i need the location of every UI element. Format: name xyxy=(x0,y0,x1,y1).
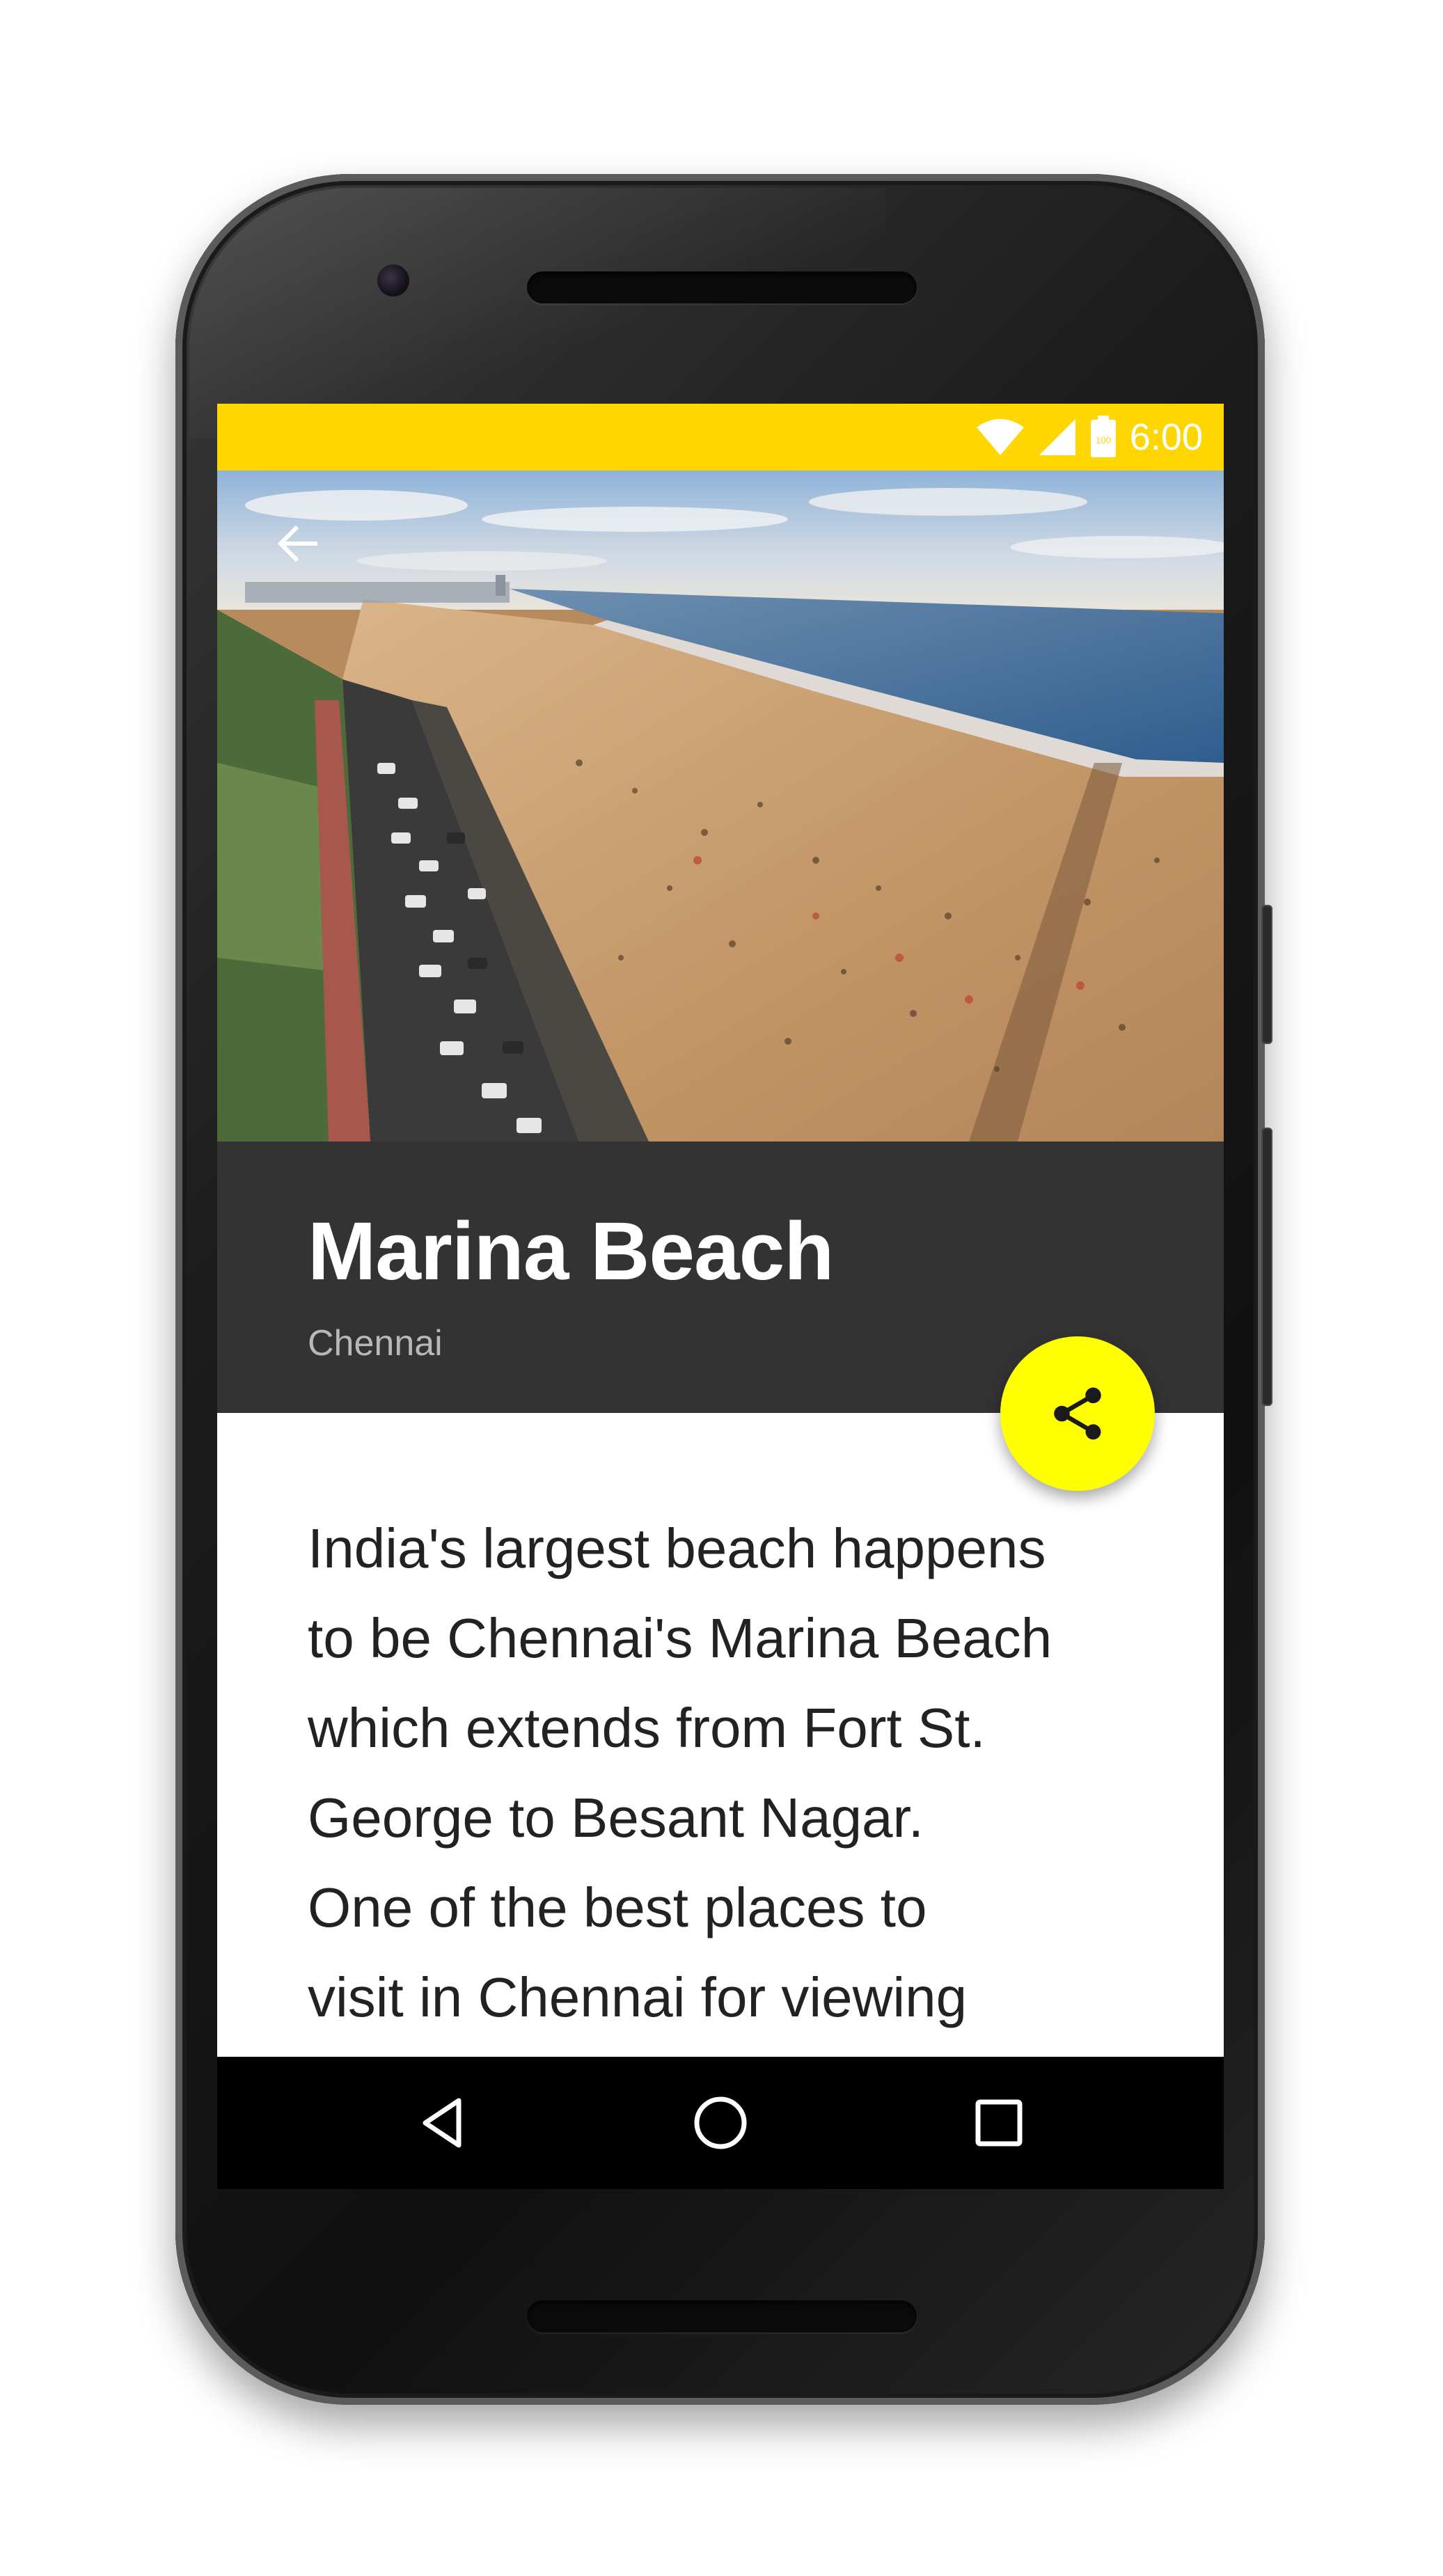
nav-home-button[interactable] xyxy=(679,2081,762,2165)
bottom-speaker xyxy=(527,2300,917,2332)
recents-square-icon xyxy=(975,2099,1023,2147)
status-bar: 100 6:00 xyxy=(217,404,1224,471)
status-time: 6:00 xyxy=(1129,416,1203,458)
phone-gloss xyxy=(189,188,885,438)
nav-back-button[interactable] xyxy=(400,2081,484,2165)
place-description: India's largest beach happens to be Chen… xyxy=(308,1503,1143,2042)
power-button xyxy=(1261,905,1272,1044)
description-line: which extends from Fort St. xyxy=(308,1697,986,1759)
phone-screen: 100 6:00 Marina Beach Chennai India's la… xyxy=(217,404,1224,2189)
place-subtitle: Chennai xyxy=(308,1323,443,1364)
description-line: One of the best places to xyxy=(308,1876,927,1938)
home-circle-icon xyxy=(694,2096,747,2149)
back-triangle-icon xyxy=(423,2098,462,2148)
front-camera xyxy=(377,264,409,297)
back-button[interactable] xyxy=(266,512,329,575)
battery-icon: 100 xyxy=(1090,416,1116,457)
share-icon xyxy=(1054,1387,1101,1440)
arrow-back-icon xyxy=(277,525,317,562)
beach-aerial-illustration xyxy=(217,471,1224,1141)
cellular-signal-icon xyxy=(1039,419,1075,455)
device-mockup-canvas: 100 6:00 Marina Beach Chennai India's la… xyxy=(0,0,1443,2576)
hero-image xyxy=(217,471,1224,1141)
volume-button xyxy=(1261,1128,1272,1406)
description-line: visit in Chennai for viewing xyxy=(308,1966,968,2028)
place-title: Marina Beach xyxy=(308,1206,834,1297)
wifi-icon xyxy=(976,419,1024,455)
nav-recents-button[interactable] xyxy=(957,2081,1041,2165)
description-line: George to Besant Nagar. xyxy=(308,1787,924,1849)
description-line: India's largest beach happens xyxy=(308,1517,1046,1579)
status-icons: 100 6:00 xyxy=(975,404,1203,471)
navigation-bar xyxy=(217,2057,1224,2189)
description-line: to be Chennai's Marina Beach xyxy=(308,1607,1052,1669)
share-fab[interactable] xyxy=(1000,1336,1155,1491)
battery-level-text: 100 xyxy=(1096,435,1111,445)
earpiece-speaker xyxy=(527,271,917,303)
